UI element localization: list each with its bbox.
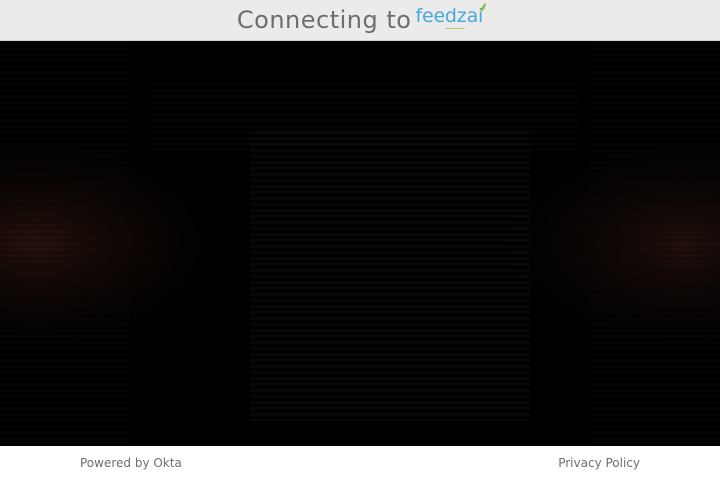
background-texture [0,41,720,446]
connecting-title: Connecting to [236,5,412,34]
logo-wordmark: feedzai [415,4,484,27]
connecting-header: Connecting to feedzai ━━━━━━━━ [0,0,720,41]
feedzai-logo: feedzai ━━━━━━━━ [415,2,487,31]
logo-tagline: ━━━━━━━━ [445,25,465,31]
footer: Powered by Okta Privacy Policy [0,446,720,480]
leaf-icon [481,2,487,12]
privacy-policy-link[interactable]: Privacy Policy [558,456,640,470]
powered-by-okta: Powered by Okta [80,456,182,470]
background-image [0,41,720,446]
